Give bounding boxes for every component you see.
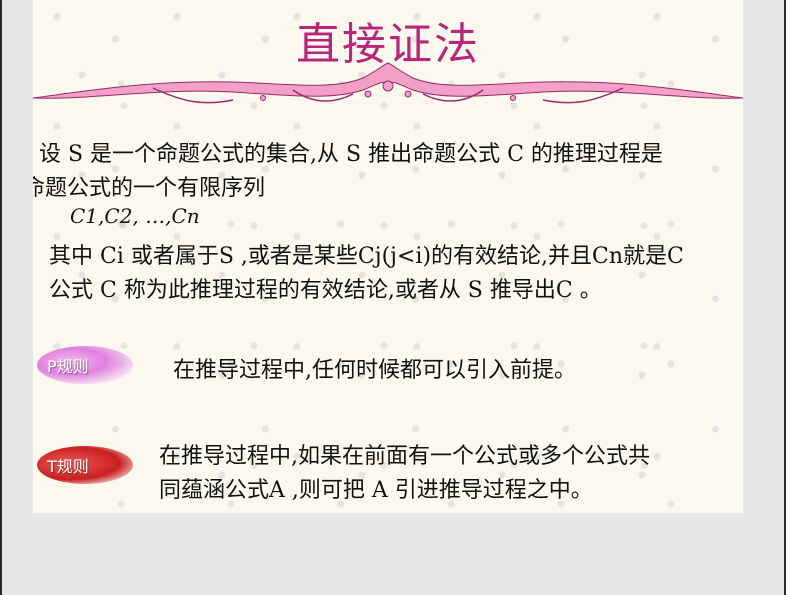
intro-text-line1: 设 S 是一个命题公式的集合,从 S 推出命题公式 C 的推理过程是	[39, 142, 663, 167]
p-rule-label: P规则	[47, 357, 89, 376]
detail-text-line2: 公式 C 称为此推理过程的有效结论,或者从 S 推导出C 。	[49, 278, 602, 303]
t-rule-text-line1: 在推导过程中,如果在前面有一个公式或多个公式共	[159, 444, 650, 469]
t-rule-label: T规则	[47, 457, 89, 476]
t-rule-badge[interactable]: T规则	[37, 446, 133, 484]
detail-text-line1: 其中 Ci 或者属于S ,或者是某些Cj(j<i)的有效结论,并且Cn就是C	[49, 244, 684, 269]
p-rule-text: 在推导过程中,任何时候都可以引入前提。	[173, 358, 576, 383]
decorative-divider-ornament	[33, 62, 743, 104]
t-rule-text-line2: 同蕴涵公式A ,则可把 A 引进推导过程之中。	[159, 478, 593, 503]
right-border	[784, 0, 786, 595]
intro-text-line2: 命题公式的一个有限序列	[33, 176, 266, 201]
slide: 直接证法 设 S 是一个命题公式的集合,从 S 推出命题公式 C 的推理过程是 …	[33, 0, 743, 513]
sequence-formula: C1,C2, …,Cn	[70, 204, 200, 228]
left-border	[0, 0, 2, 595]
right-margin	[786, 0, 792, 595]
p-rule-badge[interactable]: P规则	[37, 346, 133, 384]
